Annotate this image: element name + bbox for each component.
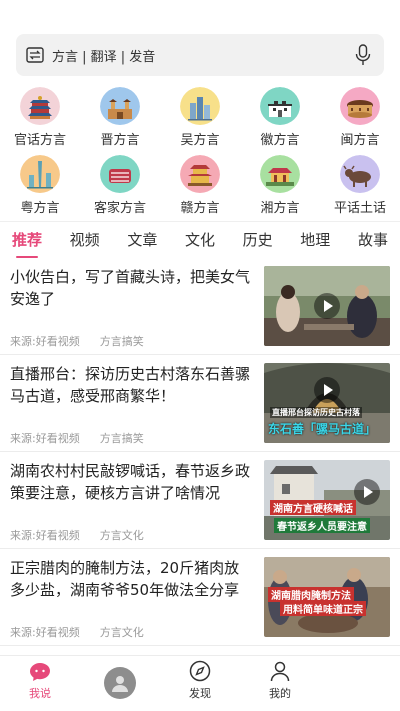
article-title[interactable]: 湖南农村村民敲锣喊话，春节返乡政策要注意，硬核方言讲了啥情况	[10, 460, 254, 504]
tab-video[interactable]: 视频	[70, 222, 100, 255]
dialect-grid: 官话方言 晋方言 吴方言 徽方言 闽方言 粤方言 客家方言 赣方言 湘方言 平话…	[0, 84, 400, 216]
dialect-hakka[interactable]: 客家方言	[80, 152, 160, 216]
ancient-gate-icon	[100, 87, 140, 125]
nav-center[interactable]	[80, 656, 160, 711]
speak-bubble-icon	[30, 663, 50, 681]
dialect-jin[interactable]: 晋方言	[80, 84, 160, 148]
thumbnail-caption-big: 东石善「骡马古道」	[268, 422, 377, 436]
dialect-wu[interactable]: 吴方言	[160, 84, 240, 148]
microphone-icon[interactable]	[354, 44, 372, 66]
article-meta: 来源:好看视频 方言搞笑	[10, 333, 144, 349]
user-silhouette-icon	[112, 675, 128, 692]
article-title[interactable]: 正宗腊肉的腌制方法，20斤猪肉放多少盐，湖南爷爷50年做法全分享	[10, 557, 254, 601]
ox-icon	[340, 155, 380, 193]
list-item[interactable]: 正宗腊肉的腌制方法，20斤猪肉放多少盐，湖南爷爷50年做法全分享 来源:好看视频…	[0, 549, 400, 646]
dialect-label: 客家方言	[93, 201, 146, 216]
search-placeholder: 方言 | 翻译 | 发音	[52, 49, 156, 65]
article-title[interactable]: 小伙告白，写了首藏头诗，把美女气安逸了	[10, 266, 254, 310]
tab-story[interactable]: 故事	[358, 222, 388, 255]
thumbnail-caption-top: 湖南腊肉腌制方法	[268, 587, 354, 602]
article-source: 来源:好看视频	[10, 529, 80, 542]
article-source: 来源:好看视频	[10, 335, 80, 348]
video-thumbnail[interactable]: 湖南腊肉腌制方法 用料简单味道正宗	[264, 557, 390, 637]
article-category: 方言文化	[99, 529, 144, 542]
dialect-label: 吴方言	[180, 133, 220, 148]
tab-geography[interactable]: 地理	[300, 222, 330, 255]
tulou-icon	[340, 87, 380, 125]
dialect-gan[interactable]: 赣方言	[160, 152, 240, 216]
article-meta: 来源:好看视频 方言文化	[10, 527, 144, 543]
tab-recommend[interactable]: 推荐	[12, 222, 42, 258]
translate-icon	[26, 47, 44, 63]
dialect-yue[interactable]: 粤方言	[0, 152, 80, 216]
article-meta: 来源:好看视频 方言文化	[10, 624, 144, 640]
article-category: 方言搞笑	[99, 432, 144, 445]
dialect-pinghua[interactable]: 平话土话	[320, 152, 400, 216]
dialect-label: 粤方言	[20, 201, 60, 216]
person-icon	[270, 661, 290, 682]
dialect-label: 徽方言	[260, 133, 300, 148]
nav-mine-label: 我的	[269, 687, 291, 700]
article-meta: 来源:好看视频 方言搞笑	[10, 430, 144, 446]
article-category: 方言搞笑	[99, 335, 144, 348]
video-thumbnail[interactable]	[264, 266, 390, 346]
tengwang-pavilion-icon	[180, 155, 220, 193]
dialect-label: 湘方言	[260, 201, 300, 216]
thumbnail-caption-top: 湖南方言硬核喊话	[270, 500, 356, 515]
red-meat-icon	[100, 155, 140, 193]
category-tabs: 推荐 视频 文章 文化 历史 地理 故事	[0, 221, 400, 258]
tab-article[interactable]: 文章	[127, 222, 157, 255]
dialect-mandarin[interactable]: 官话方言	[0, 84, 80, 148]
article-category: 方言文化	[99, 626, 144, 639]
list-item[interactable]: 湖南农村村民敲锣喊话，春节返乡政策要注意，硬核方言讲了啥情况 来源:好看视频 方言…	[0, 452, 400, 549]
list-item[interactable]: 小伙告白，写了首藏头诗，把美女气安逸了 来源:好看视频 方言搞笑	[0, 258, 400, 355]
thumbnail-caption-bottom: 用料简单味道正宗	[280, 601, 366, 616]
bottom-nav: 我说 发现 我的	[0, 655, 400, 711]
video-thumbnail[interactable]: 直播邢台探访历史古村落 东石善「骡马古道」	[264, 363, 390, 443]
temple-of-heaven-icon	[20, 87, 60, 125]
nav-discover[interactable]: 发现	[160, 656, 240, 711]
compass-icon	[189, 660, 211, 682]
yuelu-pavilion-icon	[260, 155, 300, 193]
status-bar	[0, 0, 400, 28]
list-item[interactable]: 直播邢台：探访历史古村落东石善骡马古道，感受邢商繁华！ 来源:好看视频 方言搞笑 …	[0, 355, 400, 452]
dialect-label: 官话方言	[13, 133, 66, 148]
tab-history[interactable]: 历史	[243, 222, 273, 255]
dialect-label: 平话土话	[333, 201, 386, 216]
dialect-min[interactable]: 闽方言	[320, 84, 400, 148]
nav-mine[interactable]: 我的	[240, 656, 320, 711]
thumbnail-caption-small: 直播邢台探访历史古村落	[270, 407, 362, 418]
thumbnail-caption-bottom: 春节返乡人员要注意	[274, 518, 370, 533]
canton-tower-icon	[20, 155, 60, 193]
article-title[interactable]: 直播邢台：探访历史古村落东石善骡马古道，感受邢商繁华！	[10, 363, 254, 407]
article-source: 来源:好看视频	[10, 432, 80, 445]
hui-architecture-icon	[260, 87, 300, 125]
skyline-icon	[180, 87, 220, 125]
dialect-label: 赣方言	[180, 201, 220, 216]
dialect-label: 晋方言	[100, 133, 140, 148]
dialect-hui[interactable]: 徽方言	[240, 84, 320, 148]
dialect-xiang[interactable]: 湘方言	[240, 152, 320, 216]
article-feed: 小伙告白，写了首藏头诗，把美女气安逸了 来源:好看视频 方言搞笑 直播邢台：探访历…	[0, 258, 400, 646]
search-bar[interactable]: 方言 | 翻译 | 发音	[16, 34, 384, 76]
nav-speak-label: 我说	[29, 687, 51, 700]
avatar[interactable]	[104, 666, 136, 699]
video-thumbnail[interactable]: 湖南方言硬核喊话 春节返乡人员要注意	[264, 460, 390, 540]
nav-speak[interactable]: 我说	[0, 656, 80, 711]
play-icon[interactable]	[314, 377, 340, 404]
play-icon[interactable]	[314, 293, 340, 319]
dialect-label: 闽方言	[340, 133, 380, 148]
article-source: 来源:好看视频	[10, 626, 80, 639]
nav-discover-label: 发现	[189, 687, 211, 700]
tab-culture[interactable]: 文化	[185, 222, 215, 255]
